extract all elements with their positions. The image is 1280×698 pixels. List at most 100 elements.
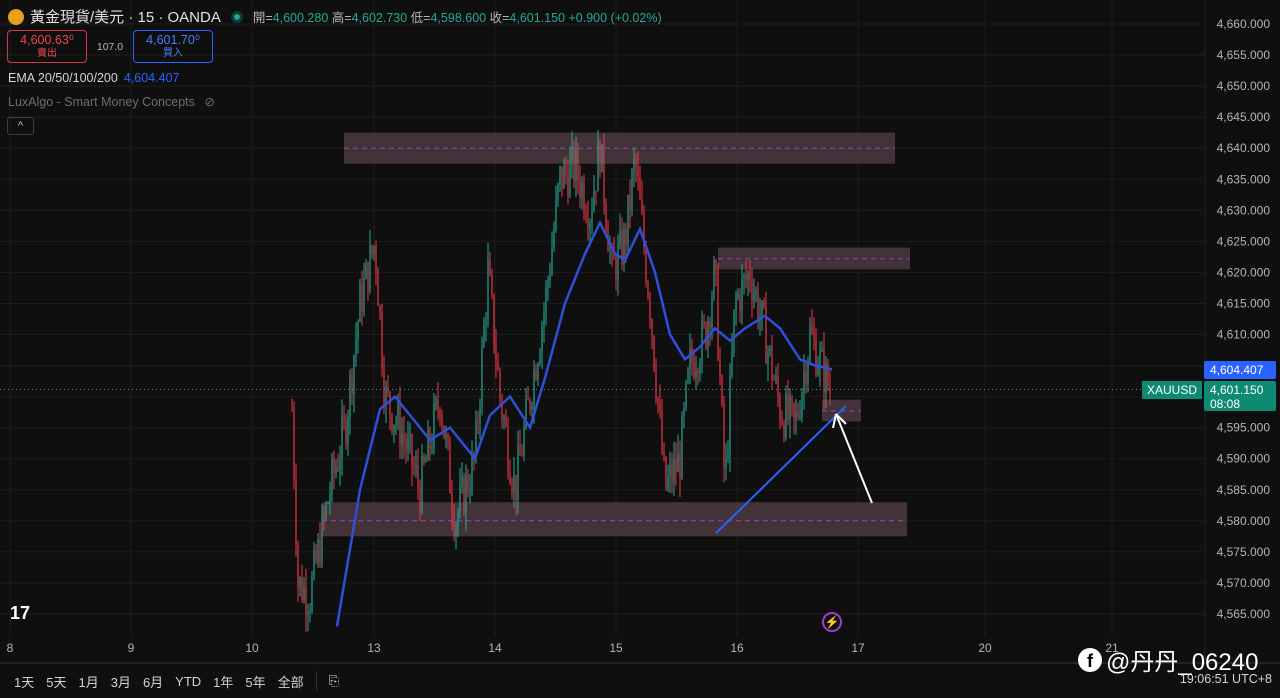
candle-body [359, 283, 361, 322]
candle-body [511, 483, 513, 492]
candle-body [693, 362, 695, 378]
sell-button[interactable]: 4,600.63⁰ 賣出 [7, 30, 87, 63]
market-open-icon [230, 10, 243, 23]
candle-body [321, 512, 323, 564]
candle-body [735, 297, 737, 310]
candle-body [815, 339, 817, 375]
candle-body [779, 396, 781, 423]
range-1d[interactable]: 1天 [14, 672, 34, 691]
watermark: f @丹丹_06240 [1078, 642, 1258, 677]
candle-body [369, 245, 371, 292]
spread: 107.0 [96, 40, 124, 53]
candle-body [393, 424, 395, 432]
candle-body [523, 427, 525, 456]
lightning-icon[interactable]: ⚡ [822, 612, 842, 632]
range-1m[interactable]: 1月 [78, 672, 98, 691]
candle-body [801, 391, 803, 417]
x-tick-label: 13 [367, 641, 381, 655]
candle-body [603, 144, 605, 204]
goto-date-icon[interactable]: ⎘ [329, 673, 339, 689]
range-3m[interactable]: 3月 [111, 672, 131, 691]
collapse-legend-button[interactable]: ^ [7, 117, 34, 135]
candle-body [573, 146, 575, 182]
candle-body [673, 458, 675, 483]
candle-body [729, 375, 731, 454]
candle-body [435, 398, 437, 405]
candle-body [497, 362, 499, 371]
candle-body [567, 174, 569, 197]
candle-body [653, 336, 655, 370]
candle-body [679, 452, 681, 479]
candle-body [353, 356, 355, 395]
candle-body [313, 550, 315, 577]
symbol-title[interactable]: 黃金現貨/美元 · 15 · OANDA [30, 6, 221, 27]
candle-body [437, 398, 439, 411]
candle-body [669, 465, 671, 477]
candle-body [505, 417, 507, 426]
candle-body [677, 452, 679, 473]
range-5d[interactable]: 5天 [46, 672, 66, 691]
candle-body [785, 393, 787, 438]
candle-body [771, 346, 773, 380]
candle-body [401, 433, 403, 447]
candle-body [417, 464, 419, 487]
candle-body [641, 198, 643, 213]
candle-body [397, 403, 399, 423]
candle-body [551, 247, 553, 275]
candle-body [467, 475, 469, 492]
luxalgo-legend[interactable]: LuxAlgo - Smart Money Concepts ⊘ [8, 94, 215, 109]
candle-body [751, 282, 753, 301]
candle-body [685, 381, 687, 408]
candle-body [625, 228, 627, 246]
candle-body [795, 412, 797, 418]
candle-body [379, 305, 381, 313]
candle-body [419, 486, 421, 513]
candle-body [399, 403, 401, 447]
candle-body [683, 407, 685, 417]
candle-body [579, 179, 581, 198]
candle-body [535, 370, 537, 380]
candle-body [581, 182, 583, 198]
candle-body [659, 402, 661, 411]
candle-body [591, 210, 593, 223]
divider [315, 671, 317, 691]
candle-body [455, 525, 457, 536]
range-1y[interactable]: 1年 [213, 672, 233, 691]
hidden-eye-icon[interactable]: ⊘ [204, 95, 214, 109]
candle-body [333, 458, 335, 474]
range-6m[interactable]: 6月 [143, 672, 163, 691]
range-ytd[interactable]: YTD [175, 674, 201, 689]
candle-body [411, 434, 413, 468]
candle-body [445, 434, 447, 439]
candle-body [509, 471, 511, 484]
candle-body [531, 406, 533, 410]
symbol-header: 黃金現貨/美元 · 15 · OANDA 開=4,600.280 高=4,602… [8, 6, 662, 27]
ema-legend[interactable]: EMA 20/50/100/200 4,604.407 [8, 71, 179, 85]
candle-body [717, 270, 719, 360]
candle-body [565, 164, 567, 175]
candle-body [487, 259, 489, 319]
candle-body [639, 176, 641, 199]
range-all[interactable]: 全部 [278, 672, 304, 691]
candle-body [457, 511, 459, 526]
range-5y[interactable]: 5年 [245, 672, 265, 691]
candle-body [515, 475, 517, 501]
candle-body [339, 459, 341, 470]
candle-body [661, 410, 663, 453]
candle-body [301, 577, 303, 601]
buy-button[interactable]: 4,601.70⁰ 買入 [133, 30, 213, 63]
candle-body [665, 456, 667, 489]
candle-body [559, 166, 561, 185]
candle-body [479, 405, 481, 424]
ema-price-tag: 4,604.407 [1204, 361, 1276, 379]
candle-body [337, 467, 339, 470]
candle-body [755, 291, 757, 294]
candle-body [371, 245, 373, 255]
candle-body [461, 476, 463, 487]
candle-body [527, 399, 529, 401]
candle-body [327, 502, 329, 504]
candle-body [571, 146, 573, 161]
candle-body [357, 321, 359, 339]
tradingview-logo: 17 [10, 603, 31, 623]
candle-body [719, 359, 721, 378]
